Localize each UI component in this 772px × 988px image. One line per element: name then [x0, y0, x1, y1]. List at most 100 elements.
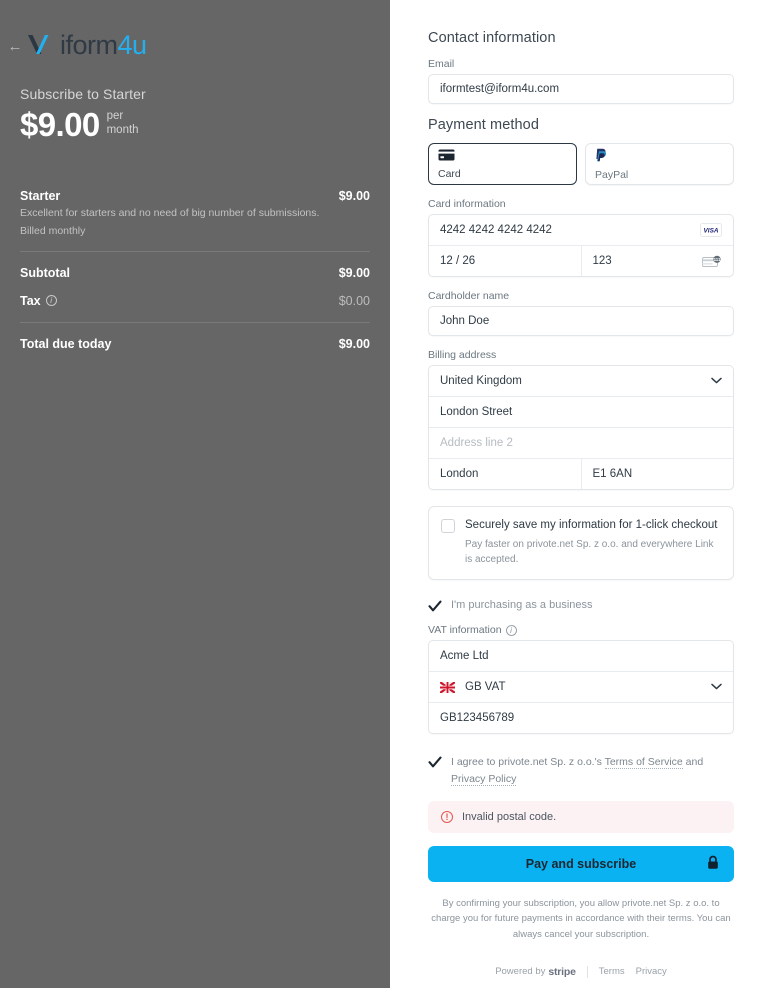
vat-company-value: Acme Ltd [440, 650, 489, 662]
payment-method-heading: Payment method [428, 117, 734, 133]
billing-postal-value: E1 6AN [593, 468, 633, 480]
card-number-field[interactable]: 4242 4242 4242 4242 VISA [429, 215, 733, 245]
cardholder-group: Cardholder name [428, 290, 734, 336]
vat-company-row: Acme Ltd [429, 641, 733, 671]
error-message: Invalid postal code. [462, 811, 556, 823]
payment-method-card-label: Card [438, 169, 567, 180]
uk-flag-icon [440, 682, 455, 693]
billing-address-label: Billing address [428, 349, 734, 361]
billing-city-value: London [440, 468, 478, 480]
payment-form-panel: Contact information Email Payment method [390, 0, 772, 988]
footer-links: Terms Privacy [599, 966, 667, 977]
line-item-amount: $9.00 [339, 189, 370, 203]
price-period-line2: month [107, 124, 139, 136]
business-checkbox[interactable] [428, 599, 442, 613]
subtotal-label: Subtotal [20, 266, 70, 280]
visa-icon: VISA [700, 223, 722, 237]
footer-terms-link[interactable]: Terms [599, 966, 625, 977]
subscribe-title: Subscribe to Starter [20, 86, 370, 102]
summary-items: Starter $9.00 Excellent for starters and… [20, 189, 370, 351]
vat-information-group: VAT information i Acme Ltd [428, 624, 734, 734]
billing-country-select[interactable]: United Kingdom [429, 366, 733, 396]
terms-text: I agree to privote.net Sp. z o.o.'s Term… [451, 754, 734, 788]
credit-card-icon [438, 148, 567, 166]
payment-method-paypal-label: PayPal [595, 170, 724, 181]
subscription-fine-print: By confirming your subscription, you all… [428, 896, 734, 943]
summary-divider-1 [20, 251, 370, 252]
svg-text:111: 111 [714, 257, 721, 262]
vat-type-value: GB VAT [465, 681, 505, 693]
terms-of-service-link[interactable]: Terms of Service [605, 756, 683, 769]
order-summary-panel: ← iform4u Subscribe to Starter $9.00 per… [0, 0, 390, 988]
payment-method-card-tab[interactable]: Card [428, 143, 577, 185]
terms-agreement-row[interactable]: I agree to privote.net Sp. z o.o.'s Term… [428, 754, 734, 788]
terms-checkbox[interactable] [428, 755, 442, 769]
line-item-billing: Billed monthly [20, 225, 370, 237]
pay-and-subscribe-button[interactable]: Pay and subscribe [428, 846, 734, 882]
billing-postal-field[interactable]: E1 6AN [581, 459, 734, 489]
vat-fields: Acme Ltd [428, 640, 734, 734]
cardholder-label: Cardholder name [428, 290, 734, 302]
svg-text:VISA: VISA [704, 228, 719, 235]
price-period: per month [107, 109, 139, 138]
card-cvc-value: 123 [593, 255, 612, 267]
billing-address-group: Billing address United Kingdom [428, 349, 734, 490]
subtotal-row: Subtotal $9.00 [20, 266, 370, 280]
tax-label: Tax [20, 294, 41, 308]
link-save-info-box[interactable]: Securely save my information for 1-click… [428, 506, 734, 580]
back-arrow-icon[interactable]: ← [6, 39, 24, 54]
email-input[interactable] [428, 74, 734, 104]
paypal-icon [595, 148, 724, 167]
vat-company-field[interactable]: Acme Ltd [429, 641, 733, 671]
card-information-label: Card information [428, 198, 734, 210]
payment-method-paypal-tab[interactable]: PayPal [585, 143, 734, 185]
footer-privacy-link[interactable]: Privacy [636, 966, 667, 977]
contact-information-heading: Contact information [428, 30, 734, 46]
info-icon[interactable]: i [46, 295, 57, 306]
link-save-subtitle: Pay faster on privote.net Sp. z o.o. and… [465, 538, 721, 567]
vat-information-label-wrap: VAT information i [428, 624, 734, 636]
vat-type-row: GB VAT [429, 671, 733, 702]
card-fields: 4242 4242 4242 4242 VISA 12 / 26 [428, 214, 734, 277]
card-cvc-field[interactable]: 123 111 [581, 246, 734, 276]
cardholder-input[interactable] [428, 306, 734, 336]
business-checkbox-row[interactable]: I'm purchasing as a business [428, 598, 734, 613]
brand-header: ← iform4u [6, 0, 370, 60]
billing-address-line2-field[interactable]: Address line 2 [429, 428, 733, 458]
subtotal-value: $9.00 [339, 266, 370, 280]
brand-wordmark-accent: 4u [118, 30, 147, 60]
link-save-title: Securely save my information for 1-click… [465, 518, 717, 532]
card-expiry-cvc-row: 12 / 26 123 111 [429, 245, 733, 276]
vat-information-label: VAT information [428, 624, 502, 636]
billing-country-row: United Kingdom [429, 366, 733, 396]
billing-fields: United Kingdom London Street [428, 365, 734, 490]
card-information-group: Card information 4242 4242 4242 4242 VIS… [428, 198, 734, 277]
cvc-card-icon: 111 [702, 255, 722, 268]
line-item-name: Starter [20, 189, 60, 203]
brand-wordmark-dark: iform [60, 30, 118, 60]
lock-icon [707, 855, 719, 872]
info-icon[interactable]: i [506, 625, 517, 636]
iform4u-logo-icon[interactable] [26, 30, 54, 60]
error-alert: ! Invalid postal code. [428, 801, 734, 833]
price-period-line1: per [107, 110, 124, 122]
tax-row: Tax i $0.00 [20, 294, 370, 308]
billing-city-field[interactable]: London [429, 459, 581, 489]
billing-address-line1-field[interactable]: London Street [429, 397, 733, 427]
vat-number-field[interactable]: GB123456789 [429, 703, 733, 733]
stripe-wordmark: stripe [548, 966, 575, 978]
link-save-checkbox[interactable] [441, 519, 455, 533]
tax-value: $0.00 [339, 294, 370, 308]
powered-by-label: Powered by [495, 966, 545, 977]
card-expiry-field[interactable]: 12 / 26 [429, 246, 581, 276]
chevron-down-icon [711, 681, 722, 693]
card-number-row: 4242 4242 4242 4242 VISA [429, 215, 733, 245]
price-row: $9.00 per month [20, 108, 370, 141]
billing-line1-row: London Street [429, 396, 733, 427]
powered-by-stripe[interactable]: Powered by stripe [495, 966, 576, 978]
vat-number-row: GB123456789 [429, 702, 733, 733]
vat-type-select[interactable]: GB VAT [429, 672, 733, 702]
pay-button-label: Pay and subscribe [526, 857, 636, 871]
privacy-policy-link[interactable]: Privacy Policy [451, 773, 516, 786]
total-row: Total due today $9.00 [20, 337, 370, 351]
